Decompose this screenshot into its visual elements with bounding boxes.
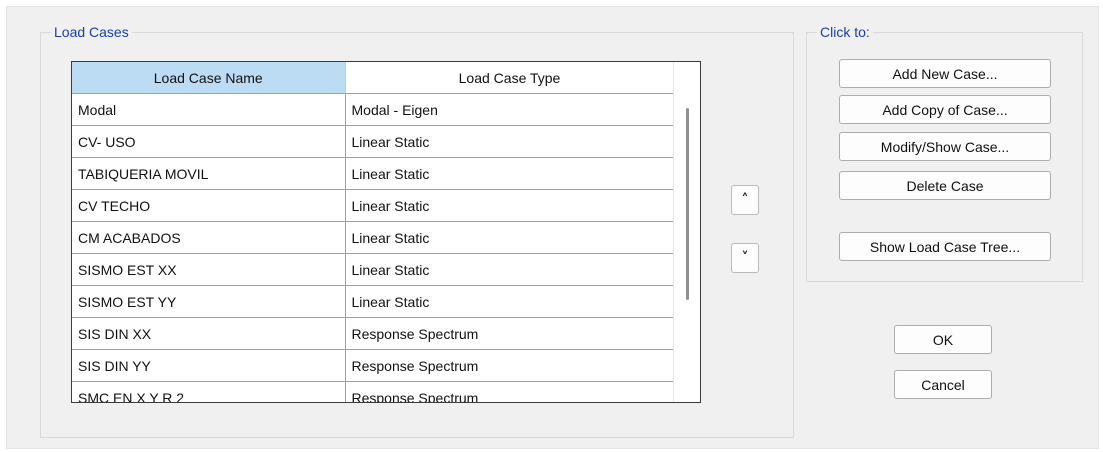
modify-show-case-button[interactable]: Modify/Show Case... [839, 132, 1051, 161]
add-copy-of-case-button[interactable]: Add Copy of Case... [839, 95, 1051, 124]
double-chevron-up-icon: ˄ [741, 192, 749, 208]
column-header-name[interactable]: Load Case Name [72, 62, 346, 94]
load-case-type-cell[interactable]: Response Spectrum [345, 317, 675, 350]
table-row[interactable]: TABIQUERIA MOVIL Linear Static [72, 157, 675, 190]
load-case-type-cell[interactable]: Linear Static [345, 157, 675, 190]
table-header-row: Load Case Name Load Case Type [72, 62, 675, 94]
load-case-name-cell[interactable]: Modal [72, 93, 346, 126]
load-cases-dialog: Load Cases Load Case Name Load Case Type… [6, 6, 1099, 449]
table-row[interactable]: SISMO EST YY Linear Static [72, 285, 675, 318]
load-case-type-cell[interactable]: Linear Static [345, 189, 675, 222]
load-cases-grid[interactable]: Load Case Name Load Case Type Modal Moda… [71, 61, 701, 403]
load-case-name-cell[interactable]: SIS DIN YY [72, 349, 346, 382]
load-case-type-cell[interactable]: Linear Static [345, 125, 675, 158]
load-case-name-cell[interactable]: SIS DIN XX [72, 317, 346, 350]
table-row[interactable]: SIS DIN YY Response Spectrum [72, 349, 675, 382]
add-new-case-button[interactable]: Add New Case... [839, 59, 1051, 88]
show-load-case-tree-button[interactable]: Show Load Case Tree... [839, 232, 1051, 261]
load-case-type-cell[interactable]: Response Spectrum [345, 381, 675, 402]
move-down-button[interactable]: ˅ [731, 243, 759, 273]
load-case-name-cell[interactable]: CV TECHO [72, 189, 346, 222]
ok-button[interactable]: OK [894, 325, 992, 354]
load-cases-table: Load Case Name Load Case Type Modal Moda… [72, 62, 675, 402]
vertical-scrollbar[interactable] [673, 62, 700, 402]
table-row[interactable]: SIS DIN XX Response Spectrum [72, 317, 675, 350]
table-row[interactable]: CM ACABADOS Linear Static [72, 221, 675, 254]
load-case-type-cell[interactable]: Linear Static [345, 221, 675, 254]
table-row[interactable]: Modal Modal - Eigen [72, 93, 675, 126]
load-case-type-cell[interactable]: Linear Static [345, 285, 675, 318]
table-row[interactable]: CV TECHO Linear Static [72, 189, 675, 222]
move-up-button[interactable]: ˄ [731, 185, 759, 215]
load-case-type-cell[interactable]: Response Spectrum [345, 349, 675, 382]
load-case-type-cell[interactable]: Linear Static [345, 253, 675, 286]
load-case-name-cell[interactable]: SISMO EST YY [72, 285, 346, 318]
load-case-name-cell[interactable]: SISMO EST XX [72, 253, 346, 286]
load-case-name-cell[interactable]: CV- USO [72, 125, 346, 158]
load-case-name-cell[interactable]: CM ACABADOS [72, 221, 346, 254]
table-row[interactable]: CV- USO Linear Static [72, 125, 675, 158]
load-case-name-cell[interactable]: TABIQUERIA MOVIL [72, 157, 346, 190]
cancel-button[interactable]: Cancel [894, 370, 992, 399]
double-chevron-down-icon: ˅ [741, 250, 749, 266]
delete-case-button[interactable]: Delete Case [839, 171, 1051, 200]
load-case-name-cell[interactable]: SMC EN X Y R 2 [72, 381, 346, 402]
table-row[interactable]: SMC EN X Y R 2 Response Spectrum [72, 381, 675, 402]
click-to-legend: Click to: [817, 24, 873, 40]
load-case-type-cell[interactable]: Modal - Eigen [345, 93, 675, 126]
column-header-type[interactable]: Load Case Type [345, 62, 675, 94]
table-row[interactable]: SISMO EST XX Linear Static [72, 253, 675, 286]
scrollbar-thumb[interactable] [686, 108, 689, 300]
load-cases-legend: Load Cases [51, 24, 132, 40]
